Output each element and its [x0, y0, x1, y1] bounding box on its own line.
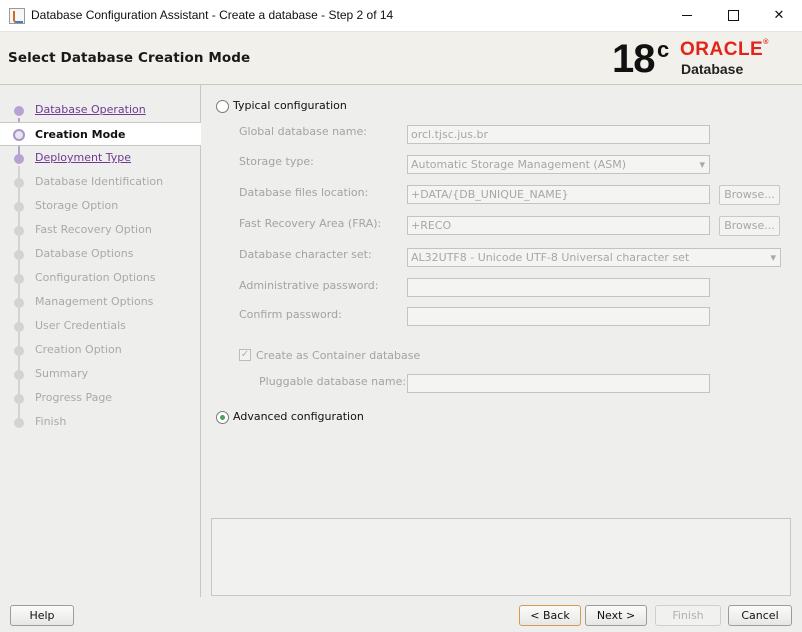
- admin-password-label: Administrative password:: [239, 279, 379, 292]
- step-dot-icon: [14, 250, 24, 260]
- java-app-icon: [9, 8, 25, 24]
- step-dot-icon: [14, 106, 24, 116]
- next-button[interactable]: Next >: [585, 605, 647, 626]
- step-label: Database Options: [35, 247, 134, 260]
- step-creation-option: Creation Option: [0, 338, 201, 362]
- step-fast-recovery-option: Fast Recovery Option: [0, 218, 201, 242]
- step-dot-icon: [14, 298, 24, 308]
- back-button[interactable]: < Back: [519, 605, 581, 626]
- window-title-bar: Database Configuration Assistant - Creat…: [0, 0, 802, 32]
- step-dot-icon: [14, 418, 24, 428]
- step-dot-icon: [14, 322, 24, 332]
- page-title: Select Database Creation Mode: [8, 50, 251, 66]
- confirm-password-input[interactable]: [407, 307, 710, 326]
- step-deployment-type[interactable]: Deployment Type: [0, 146, 201, 170]
- storage-type-select[interactable]: Automatic Storage Management (ASM): [407, 155, 710, 174]
- fra-input[interactable]: +RECO: [407, 216, 710, 235]
- brand-version: 18: [612, 37, 655, 81]
- browse-fra-button[interactable]: Browse...: [719, 216, 780, 236]
- step-label: Storage Option: [35, 199, 119, 212]
- close-icon[interactable]: [756, 0, 802, 31]
- charset-label: Database character set:: [239, 248, 372, 261]
- step-creation-mode[interactable]: Creation Mode: [0, 122, 201, 146]
- confirm-password-label: Confirm password:: [239, 308, 342, 321]
- global-db-name-label: Global database name:: [239, 125, 367, 138]
- message-panel: [211, 518, 791, 596]
- step-database-identification: Database Identification: [0, 170, 201, 194]
- pdb-name-input[interactable]: [407, 374, 710, 393]
- window-title: Database Configuration Assistant - Creat…: [31, 8, 394, 22]
- advanced-configuration-radio[interactable]: [216, 411, 229, 424]
- step-dot-icon: [14, 370, 24, 380]
- step-label: Summary: [35, 367, 89, 380]
- wizard-footer: Help < Back Next > Finish Cancel: [0, 597, 802, 632]
- oracle-18c-logo: 18 c ORACLE® Database: [612, 36, 792, 82]
- step-current-icon: [13, 129, 25, 141]
- help-button[interactable]: Help: [10, 605, 74, 626]
- step-dot-icon: [14, 178, 24, 188]
- minimize-icon[interactable]: [664, 0, 710, 31]
- step-user-credentials: User Credentials: [0, 314, 201, 338]
- brand-version-sup: c: [657, 37, 670, 62]
- step-dot-icon: [14, 202, 24, 212]
- db-files-location-label: Database files location:: [239, 186, 369, 199]
- steps-sidebar: Database Operation Creation Mode Deploym…: [0, 85, 201, 597]
- storage-type-label: Storage type:: [239, 155, 314, 168]
- step-label: Database Identification: [35, 175, 164, 188]
- step-label: Creation Option: [35, 343, 122, 356]
- step-label: Fast Recovery Option: [35, 223, 152, 236]
- step-finish: Finish: [0, 410, 201, 434]
- step-dot-icon: [14, 154, 24, 164]
- page-header: Select Database Creation Mode 18 c ORACL…: [0, 32, 802, 85]
- container-db-checkbox[interactable]: ✓: [239, 349, 251, 361]
- step-label: Creation Mode: [35, 128, 126, 141]
- typical-configuration-radio[interactable]: [216, 100, 229, 113]
- step-dot-icon: [14, 226, 24, 236]
- fra-label: Fast Recovery Area (FRA):: [239, 217, 382, 230]
- maximize-icon[interactable]: [710, 0, 756, 31]
- cancel-button[interactable]: Cancel: [728, 605, 792, 626]
- step-label: Management Options: [35, 295, 154, 308]
- browse-db-files-button[interactable]: Browse...: [719, 185, 780, 205]
- pdb-name-label: Pluggable database name:: [259, 375, 407, 388]
- advanced-configuration-label[interactable]: Advanced configuration: [233, 410, 364, 423]
- admin-password-input[interactable]: [407, 278, 710, 297]
- db-files-location-input[interactable]: +DATA/{DB_UNIQUE_NAME}: [407, 185, 710, 204]
- step-dot-icon: [14, 274, 24, 284]
- step-label: Finish: [35, 415, 67, 428]
- step-summary: Summary: [0, 362, 201, 386]
- step-label: Deployment Type: [35, 151, 132, 164]
- container-db-label[interactable]: Create as Container database: [256, 349, 420, 362]
- step-progress-page: Progress Page: [0, 386, 201, 410]
- global-db-name-input[interactable]: orcl.tjsc.jus.br: [407, 125, 710, 144]
- step-label: Configuration Options: [35, 271, 156, 284]
- step-dot-icon: [14, 346, 24, 356]
- step-configuration-options: Configuration Options: [0, 266, 201, 290]
- finish-button: Finish: [655, 605, 721, 626]
- step-database-operation[interactable]: Database Operation: [0, 98, 201, 122]
- charset-select[interactable]: AL32UTF8 - Unicode UTF-8 Universal chara…: [407, 248, 781, 267]
- step-label: Database Operation: [35, 103, 146, 116]
- step-label: User Credentials: [35, 319, 126, 332]
- step-management-options: Management Options: [0, 290, 201, 314]
- typical-configuration-label[interactable]: Typical configuration: [233, 99, 347, 112]
- step-storage-option: Storage Option: [0, 194, 201, 218]
- step-database-options: Database Options: [0, 242, 201, 266]
- step-dot-icon: [14, 394, 24, 404]
- step-label: Progress Page: [35, 391, 113, 404]
- brand-product: Database: [681, 61, 744, 77]
- brand-name: ORACLE®: [680, 39, 769, 60]
